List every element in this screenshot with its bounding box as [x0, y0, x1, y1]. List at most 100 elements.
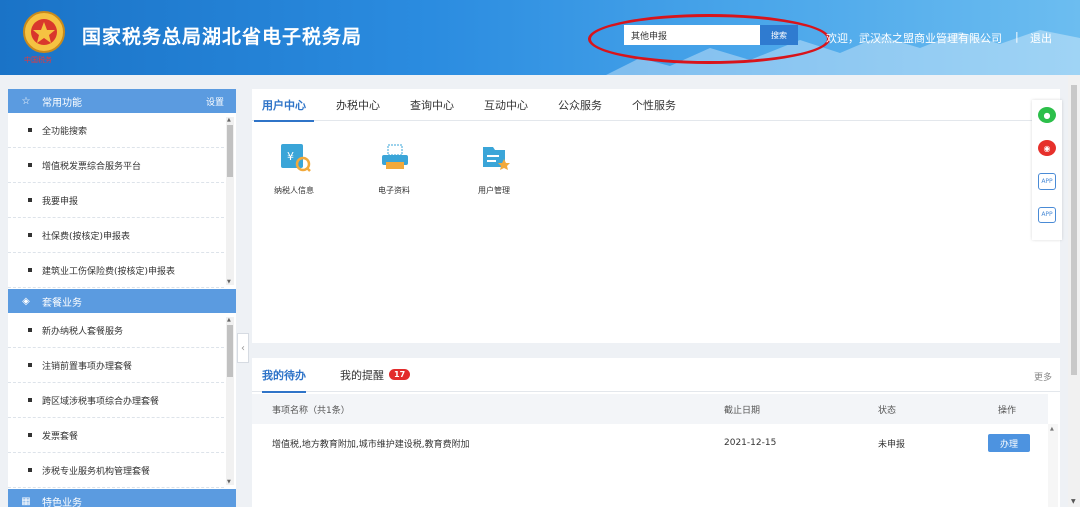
table-header: 事项名称（共1条） 截止日期 状态 操作 [252, 394, 1048, 424]
grid-icon: ▦ [21, 495, 31, 507]
floating-toolbar: ● ◉ APP APP [1032, 100, 1062, 240]
list-item[interactable]: 发票套餐 [8, 418, 224, 453]
list-item[interactable]: 社保费(按核定)申报表 [8, 218, 224, 253]
list-item[interactable]: 跨区域涉税事项综合办理套餐 [8, 383, 224, 418]
list-scrollbar[interactable]: ▲ ▼ [226, 117, 234, 285]
list-item[interactable]: 注销前置事项办理套餐 [8, 348, 224, 383]
star-icon: ☆ [21, 95, 31, 107]
todo-deadline: 2021-12-15 [724, 438, 777, 448]
list-item[interactable]: 新办纳税人套餐服务 [8, 313, 224, 348]
settings-link[interactable]: 设置 [206, 95, 224, 108]
common-functions-list: 全功能搜索 增值税发票综合服务平台 我要申报 社保费(按核定)申报表 建筑业工伤… [8, 113, 236, 289]
bullet-icon [28, 163, 32, 167]
list-item-label: 社保费(按核定)申报表 [42, 231, 131, 242]
page-scrollbar[interactable]: ▼ [1068, 75, 1080, 507]
logout-link[interactable]: 退出 [1030, 30, 1052, 46]
bullet-icon [28, 433, 32, 437]
search-input[interactable] [624, 25, 760, 45]
list-item[interactable]: 涉税专业服务机构管理套餐 [8, 453, 224, 488]
bullet-icon [28, 198, 32, 202]
column-header: 事项名称（共1条） [272, 405, 350, 416]
handle-button[interactable]: 办理 [988, 434, 1030, 452]
list-item[interactable]: 我要申报 [8, 183, 224, 218]
list-item-label: 新办纳税人套餐服务 [42, 326, 124, 337]
tab-my-reminders[interactable]: 我的提醒 17 [340, 358, 411, 392]
layers-icon: ◈ [22, 295, 30, 307]
scroll-thumb[interactable] [227, 125, 233, 177]
wechat-icon[interactable]: ● [1038, 107, 1056, 124]
user-management-icon [483, 147, 510, 170]
list-item[interactable]: 全功能搜索 [8, 113, 224, 148]
scroll-down-icon[interactable]: ▼ [227, 479, 231, 485]
tab-personal-service[interactable]: 个性服务 [632, 89, 676, 121]
quick-tiles: ¥ 纳税人信息 电子资料 用户管理 [252, 141, 552, 196]
welcome-text: 欢迎，武汉杰之盟商业管理有限公司 [826, 32, 1002, 45]
scroll-up-icon[interactable]: ▲ [1050, 426, 1054, 432]
todo-item-name: 增值税,地方教育附加,城市维护建设税,教育费附加 [272, 439, 470, 450]
taxpayer-info-icon: ¥ [281, 144, 311, 172]
sidebar-collapse-button[interactable]: ‹ [237, 333, 249, 363]
svg-text:¥: ¥ [287, 150, 294, 163]
list-item-label: 全功能搜索 [42, 126, 88, 137]
bullet-icon [28, 328, 32, 332]
section-title: 套餐业务 [42, 297, 82, 309]
tab-query-center[interactable]: 查询中心 [410, 89, 454, 121]
bullet-icon [28, 468, 32, 472]
list-item-label: 增值税发票综合服务平台 [42, 161, 142, 172]
chevron-left-icon: ‹ [241, 342, 245, 354]
tile-e-document[interactable]: 电子资料 [352, 141, 452, 196]
table-scrollbar[interactable]: ▲ [1048, 424, 1058, 507]
todo-tabs: 我的待办 我的提醒 17 更多 [252, 358, 1060, 393]
e-document-icon [382, 144, 408, 169]
todo-status: 未申报 [878, 439, 906, 450]
tile-label: 用户管理 [478, 186, 510, 195]
main-panel: 用户中心 办税中心 查询中心 互动中心 公众服务 个性服务 ¥ 纳税人信息 电子… [252, 89, 1060, 343]
column-header: 状态 [878, 405, 897, 416]
tab-tax-center[interactable]: 办税中心 [336, 89, 380, 121]
section-header-special[interactable]: ▦ 特色业务 [8, 489, 236, 507]
list-scrollbar[interactable]: ▲ ▼ [226, 317, 234, 485]
scroll-down-icon[interactable]: ▼ [1071, 498, 1076, 505]
section-title: 常用功能 [42, 97, 82, 109]
app-icon[interactable]: APP [1038, 206, 1056, 223]
todo-panel: 我的待办 我的提醒 17 更多 事项名称（共1条） 截止日期 状态 操作 增值税… [252, 358, 1060, 507]
tile-label: 纳税人信息 [274, 186, 314, 195]
scroll-thumb[interactable] [1071, 85, 1077, 375]
table-row: 增值税,地方教育附加,城市维护建设税,教育费附加 2021-12-15 未申报 … [252, 428, 1048, 458]
tab-label: 我的提醒 [340, 368, 384, 382]
reminder-count-badge: 17 [389, 369, 411, 380]
tab-public-service[interactable]: 公众服务 [558, 89, 602, 121]
bullet-icon [28, 128, 32, 132]
bullet-icon [28, 268, 32, 272]
site-title: 国家税务总局湖北省电子税务局 [82, 26, 363, 48]
tab-user-center[interactable]: 用户中心 [254, 89, 314, 122]
search-button[interactable]: 搜索 [760, 25, 798, 45]
scroll-up-icon[interactable]: ▲ [227, 317, 231, 323]
weibo-icon[interactable]: ◉ [1038, 140, 1056, 157]
bullet-icon [28, 363, 32, 367]
package-services-list: 新办纳税人套餐服务 注销前置事项办理套餐 跨区域涉税事项综合办理套餐 发票套餐 … [8, 313, 236, 489]
bullet-icon [28, 398, 32, 402]
tile-taxpayer-info[interactable]: ¥ 纳税人信息 [252, 141, 352, 196]
scroll-thumb[interactable] [227, 325, 233, 377]
scroll-up-icon[interactable]: ▲ [227, 117, 231, 123]
section-header-packages[interactable]: ◈ 套餐业务 [8, 289, 236, 313]
more-link[interactable]: 更多 [1034, 370, 1052, 383]
list-item[interactable]: 建筑业工伤保险费(按核定)申报表 [8, 253, 224, 288]
scroll-down-icon[interactable]: ▼ [227, 279, 231, 285]
tile-user-management[interactable]: 用户管理 [452, 141, 552, 196]
list-item-label: 发票套餐 [42, 431, 79, 442]
tile-label: 电子资料 [378, 186, 410, 195]
bullet-icon [28, 233, 32, 237]
tab-interaction-center[interactable]: 互动中心 [484, 89, 528, 121]
emblem-caption: 中国税务 [24, 56, 52, 64]
list-item-label: 跨区域涉税事项综合办理套餐 [42, 396, 160, 407]
tab-my-todo[interactable]: 我的待办 [262, 358, 306, 393]
main-tabs: 用户中心 办税中心 查询中心 互动中心 公众服务 个性服务 [252, 89, 1060, 122]
section-header-common[interactable]: ☆ 常用功能 设置 [8, 89, 236, 113]
header-separator: | [1015, 30, 1019, 43]
list-item-label: 涉税专业服务机构管理套餐 [42, 466, 151, 477]
app-icon[interactable]: APP [1038, 173, 1056, 190]
list-item[interactable]: 增值税发票综合服务平台 [8, 148, 224, 183]
section-title: 特色业务 [42, 497, 82, 507]
